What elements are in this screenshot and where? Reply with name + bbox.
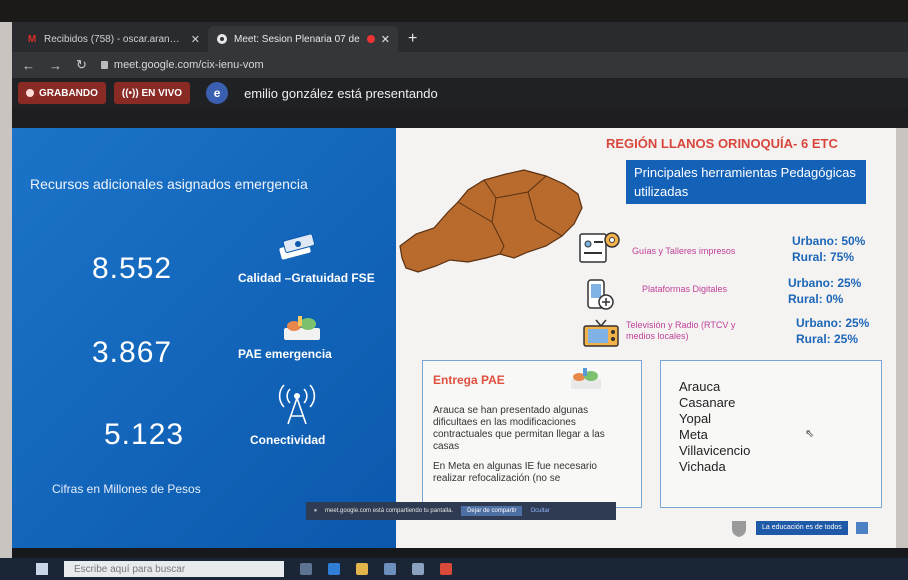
pae-description: Arauca se han presentado algunas dificul… — [433, 405, 629, 493]
stage-background — [12, 108, 908, 128]
ministry-badge — [855, 522, 868, 534]
education-slogan: La educación es de todos — [756, 521, 848, 535]
stat-guias-urbano: Urbano: 50% — [792, 234, 866, 248]
chrome-icon[interactable] — [440, 563, 452, 575]
tab-title: Recibidos (758) - oscar.arango@ — [44, 33, 185, 45]
mobile-platform-icon — [586, 278, 616, 317]
address-bar: ← → ↻ meet.google.com/cix-ienu-vom — [12, 52, 908, 78]
ministry-logo: La educación es de todos — [730, 512, 890, 544]
stop-sharing-button[interactable]: Dejar de compartir — [461, 506, 523, 516]
taskbar: Escribe aquí para buscar — [0, 558, 908, 580]
pae-delivery-box: Entrega PAE Arauca se han presentado alg… — [422, 360, 642, 508]
pae-paragraph: Arauca se han presentado algunas dificul… — [433, 405, 605, 452]
search-placeholder: Escribe aquí para buscar — [74, 563, 186, 575]
tab-strip: M Recibidos (758) - oscar.arango@ ✕ Meet… — [12, 22, 908, 52]
printed-guides-icon — [578, 228, 622, 269]
list-item: Yopal — [679, 411, 712, 426]
stat-guias-rural: Rural: 75% — [792, 250, 855, 264]
tools-title-box: Principales herramientas Pedagógicas uti… — [626, 160, 866, 204]
list-item: Meta — [679, 427, 708, 442]
pae-title: Entrega PAE — [433, 373, 505, 387]
resources-panel: Recursos adicionales asignados emergenci… — [12, 128, 396, 548]
close-icon[interactable]: ✕ — [381, 33, 390, 46]
list-item: Vichada — [679, 459, 726, 474]
mouse-cursor-icon: ⇖ — [805, 428, 815, 440]
tool-label-guias: Guías y Talleres impresos — [632, 246, 736, 256]
region-title: REGIÓN LLANOS ORINOQUÍA- 6 ETC — [606, 136, 838, 151]
share-text: meet.google.com está compartiendo tu pan… — [325, 508, 454, 514]
recording-label: GRABANDO — [39, 87, 98, 99]
tab-meet[interactable]: Meet: Sesion Plenaria 07 de ✕ — [208, 26, 398, 52]
new-tab-button[interactable]: + — [398, 30, 427, 52]
screen-share-notification: ⏸ meet.google.com está compartiendo tu p… — [306, 502, 616, 520]
meet-icon — [216, 33, 228, 45]
tab-title: Meet: Sesion Plenaria 07 de — [234, 33, 360, 45]
store-icon[interactable] — [384, 563, 396, 575]
region-map — [396, 150, 596, 285]
label-calidad: Calidad –Gratuidad FSE — [238, 271, 375, 285]
live-label: ((•)) EN VIVO — [121, 87, 183, 99]
recording-dot-icon — [366, 35, 375, 43]
hide-button[interactable]: Ocultar — [530, 508, 549, 514]
close-icon[interactable]: ✕ — [191, 33, 200, 46]
reload-icon[interactable]: ↻ — [76, 57, 87, 73]
pae-paragraph: En Meta en algunas IE fue necesario real… — [433, 461, 597, 484]
back-icon[interactable]: ← — [22, 58, 35, 73]
meet-status-bar: GRABANDO ((•)) EN VIVO e emilio gonzález… — [12, 78, 908, 108]
label-pae: PAE emergencia — [238, 347, 332, 361]
presenter-avatar: e — [206, 82, 229, 104]
value-pae: 3.867 — [92, 336, 173, 369]
forward-icon[interactable]: → — [49, 58, 62, 73]
value-calidad: 8.552 — [92, 252, 173, 285]
stat-plataformas-rural: Rural: 0% — [788, 292, 844, 306]
file-explorer-icon[interactable] — [356, 563, 368, 575]
region-panel: REGIÓN LLANOS ORINOQUÍA- 6 ETC Principal… — [396, 128, 896, 548]
list-item: Casanare — [679, 395, 736, 410]
pause-icon: ⏸ — [314, 507, 318, 514]
stat-plataformas-urbano: Urbano: 25% — [788, 276, 862, 290]
food-icon — [282, 314, 322, 347]
presentation-slide: Recursos adicionales asignados emergenci… — [12, 128, 896, 548]
list-item: Villavicencio — [679, 443, 751, 458]
recording-badge: GRABANDO — [18, 82, 106, 104]
url-text: meet.google.com/cix-ienu-vom — [113, 59, 264, 71]
lock-icon — [100, 61, 108, 69]
resources-title: Recursos adicionales asignados emergenci… — [30, 176, 308, 192]
currency-note: Cifras en Millones de Pesos — [52, 482, 201, 496]
record-icon — [26, 89, 34, 97]
pae-food-icon — [569, 367, 603, 396]
presenting-text: emilio gonzález está presentando — [244, 85, 438, 101]
stat-tv-urbano: Urbano: 25% — [796, 316, 870, 330]
antenna-icon — [272, 380, 322, 431]
tool-label-plataformas: Plataformas Digitales — [642, 284, 728, 294]
taskbar-search[interactable]: Escribe aquí para buscar — [64, 561, 284, 577]
tv-radio-icon — [582, 316, 620, 353]
url-field[interactable]: meet.google.com/cix-ienu-vom — [100, 59, 264, 71]
coat-of-arms-icon — [732, 521, 746, 537]
tool-label-tv-radio: Televisión y Radio (RTCV y medios locale… — [626, 320, 736, 341]
list-item: Arauca — [679, 379, 721, 394]
windows-start-icon[interactable] — [36, 563, 48, 575]
label-conectividad: Conectividad — [250, 433, 326, 447]
task-view-icon[interactable] — [300, 563, 312, 575]
money-icon — [276, 233, 318, 265]
gmail-icon: M — [27, 33, 37, 45]
departments-list: Arauca Casanare Yopal Meta Villavicencio… — [679, 379, 750, 475]
monitor-bezel — [12, 548, 908, 558]
value-conectividad: 5.123 — [104, 418, 185, 451]
live-badge: ((•)) EN VIVO — [113, 82, 191, 104]
departments-box: Arauca Casanare Yopal Meta Villavicencio… — [660, 360, 882, 508]
edge-icon[interactable] — [328, 563, 340, 575]
stat-tv-rural: Rural: 25% — [796, 332, 859, 346]
tab-gmail[interactable]: M Recibidos (758) - oscar.arango@ ✕ — [18, 26, 208, 52]
app-icon[interactable] — [412, 563, 424, 575]
photo-border-top — [0, 0, 908, 22]
